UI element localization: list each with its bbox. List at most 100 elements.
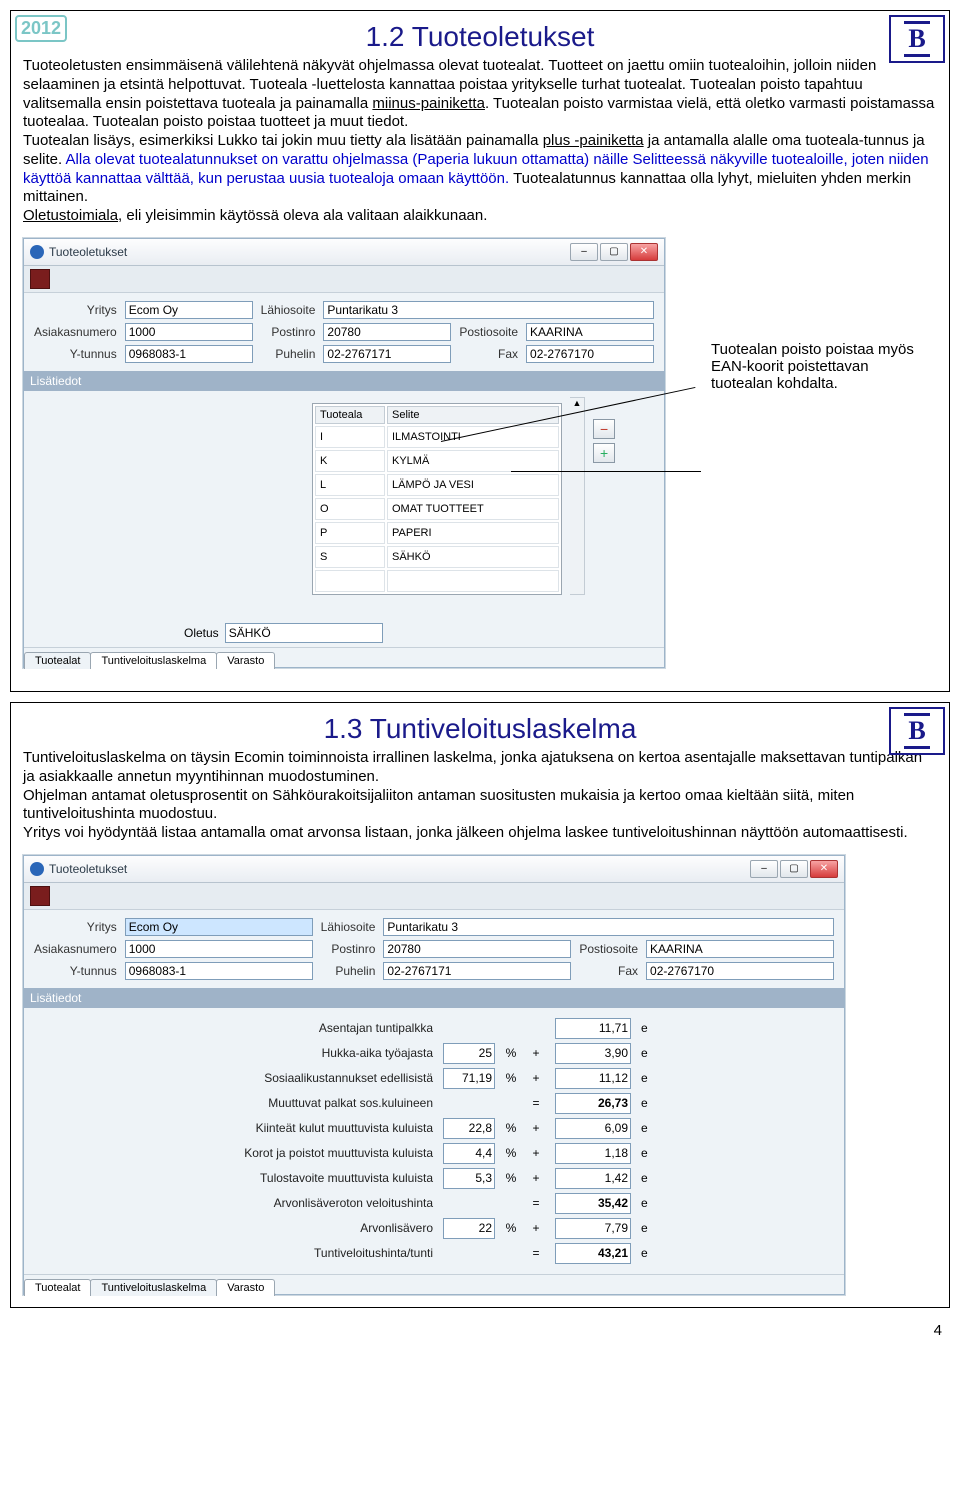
tab-tuotealat-2[interactable]: Tuotealat	[24, 1279, 91, 1296]
calc-table: Asentajan tuntipalkkaeHukka-aika työajas…	[208, 1016, 660, 1266]
label-lahiosoite: Lähiosoite	[261, 303, 316, 317]
callout-ean: Tuotealan poisto poistaa myös EAN-koorit…	[711, 341, 921, 392]
section-lisatiedot: Lisätiedot	[24, 371, 664, 391]
minimize-button-2[interactable]: ‒	[750, 860, 778, 878]
tab-tuntiveloituslaskelma-2[interactable]: Tuntiveloituslaskelma	[90, 1279, 217, 1296]
table-row[interactable]: KKYLMÄ	[315, 450, 559, 472]
calc-row: Tulostavoite muuttuvista kuluista%+e	[208, 1166, 660, 1191]
tabs-bottom-2: Tuotealat Tuntiveloituslaskelma Varasto	[24, 1274, 844, 1294]
input-lahiosoite[interactable]	[323, 301, 654, 319]
pct-input[interactable]	[443, 1218, 495, 1239]
calc-row: Sosiaalikustannukset edellisistä%+e	[208, 1066, 660, 1091]
maximize-button-2[interactable]: ▢	[780, 860, 808, 878]
calc-row: Hukka-aika työajasta%+e	[208, 1041, 660, 1066]
input-oletus[interactable]	[225, 623, 383, 643]
calc-row: Muuttuvat palkat sos.kuluineen=e	[208, 1091, 660, 1116]
val-input[interactable]	[555, 1118, 631, 1139]
year-badge: 2012	[15, 15, 67, 42]
label-yritys: Yritys	[87, 303, 117, 317]
th-tuoteala[interactable]: Tuoteala	[315, 406, 385, 424]
app-icon-2	[30, 862, 44, 876]
val-input[interactable]	[555, 1093, 631, 1114]
label-asiakasnumero-2: Asiakasnumero	[34, 942, 117, 956]
input-puhelin[interactable]	[323, 345, 451, 363]
maximize-button[interactable]: ▢	[600, 243, 628, 261]
slide-tuntiveloituslaskelma: B 1.3 Tuntiveloituslaskelma Tuntiveloitu…	[10, 702, 950, 1308]
val-input[interactable]	[555, 1143, 631, 1164]
tab-tuntiveloituslaskelma[interactable]: Tuntiveloituslaskelma	[90, 652, 217, 669]
input-ytunnus-2[interactable]	[125, 962, 313, 980]
company-form: Yritys Lähiosoite Asiakasnumero Postinro…	[24, 293, 664, 371]
input-asiakasnumero[interactable]	[125, 323, 253, 341]
company-form-2: Yritys Lähiosoite Asiakasnumero Postinro…	[24, 910, 844, 988]
minus-button[interactable]: −	[593, 419, 615, 439]
label-postiosoite: Postiosoite	[459, 325, 518, 339]
input-lahiosoite-2[interactable]	[383, 918, 834, 936]
b-badge: B	[889, 15, 945, 63]
table-row[interactable]: IILMASTOINTI	[315, 426, 559, 448]
label-postinro-2: Postinro	[331, 942, 375, 956]
slide1-title: 1.2 Tuoteoletukset	[23, 21, 937, 53]
pct-input[interactable]	[443, 1043, 495, 1064]
pct-input[interactable]	[443, 1068, 495, 1089]
toolbar-button[interactable]	[30, 269, 50, 289]
tab-varasto[interactable]: Varasto	[216, 652, 275, 669]
label-yritys-2: Yritys	[87, 920, 117, 934]
input-yritys[interactable]	[125, 301, 253, 319]
toolbar-button-2[interactable]	[30, 886, 50, 906]
window-title-2: Tuoteoletukset	[49, 862, 127, 876]
val-input[interactable]	[555, 1168, 631, 1189]
input-yritys-2[interactable]	[125, 918, 313, 936]
close-button-2[interactable]: ✕	[810, 860, 838, 878]
input-postinro-2[interactable]	[383, 940, 571, 958]
val-input[interactable]	[555, 1043, 631, 1064]
pct-input[interactable]	[443, 1168, 495, 1189]
calc-row: Kiinteät kulut muuttuvista kuluista%+e	[208, 1116, 660, 1141]
close-button[interactable]: ✕	[630, 243, 658, 261]
input-fax[interactable]	[526, 345, 654, 363]
label-puhelin: Puhelin	[275, 347, 315, 361]
tabs-bottom-1: Tuotealat Tuntiveloituslaskelma Varasto	[24, 647, 664, 667]
tab-varasto-2[interactable]: Varasto	[216, 1279, 275, 1296]
calc-row: Arvonlisävero%+e	[208, 1216, 660, 1241]
val-input[interactable]	[555, 1068, 631, 1089]
val-input[interactable]	[555, 1018, 631, 1039]
app-icon	[30, 245, 44, 259]
minimize-button[interactable]: ‒	[570, 243, 598, 261]
label-fax: Fax	[498, 347, 518, 361]
calc-row: Tuntiveloitushinta/tunti=e	[208, 1241, 660, 1266]
pct-input[interactable]	[443, 1143, 495, 1164]
label-postiosoite-2: Postiosoite	[579, 942, 638, 956]
input-asiakasnumero-2[interactable]	[125, 940, 313, 958]
input-postinro[interactable]	[323, 323, 451, 341]
table-row[interactable]: OOMAT TUOTTEET	[315, 498, 559, 520]
calc-row: Asentajan tuntipalkkae	[208, 1016, 660, 1041]
scroll-up-icon[interactable]: ▲	[570, 398, 584, 408]
slide1-body: Tuoteoletusten ensimmäisenä välilehtenä …	[23, 57, 937, 226]
table-row[interactable]: PPAPERI	[315, 522, 559, 544]
label-postinro: Postinro	[271, 325, 315, 339]
input-postiosoite[interactable]	[526, 323, 654, 341]
page-number: 4	[0, 1318, 960, 1349]
plus-button[interactable]: +	[593, 443, 615, 463]
section-lisatiedot-2: Lisätiedot	[24, 988, 844, 1008]
slide-tuoteoletukset: 2012 B 1.2 Tuoteoletukset Tuoteoletusten…	[10, 10, 950, 692]
label-fax-2: Fax	[618, 964, 638, 978]
val-input[interactable]	[555, 1193, 631, 1214]
label-ytunnus: Y-tunnus	[70, 347, 117, 361]
tab-tuotealat[interactable]: Tuotealat	[24, 652, 91, 669]
slide2-body: Tuntiveloituslaskelma on täysin Ecomin t…	[23, 749, 937, 843]
input-ytunnus[interactable]	[125, 345, 253, 363]
input-postiosoite-2[interactable]	[646, 940, 834, 958]
pct-input[interactable]	[443, 1118, 495, 1139]
b-badge-2: B	[889, 707, 945, 755]
val-input[interactable]	[555, 1243, 631, 1264]
table-row[interactable]: LLÄMPÖ JA VESI	[315, 474, 559, 496]
window-title: Tuoteoletukset	[49, 245, 127, 259]
val-input[interactable]	[555, 1218, 631, 1239]
label-lahiosoite-2: Lähiosoite	[321, 920, 376, 934]
label-asiakasnumero: Asiakasnumero	[34, 325, 117, 339]
input-puhelin-2[interactable]	[383, 962, 571, 980]
input-fax-2[interactable]	[646, 962, 834, 980]
table-row[interactable]: SSÄHKÖ	[315, 546, 559, 568]
